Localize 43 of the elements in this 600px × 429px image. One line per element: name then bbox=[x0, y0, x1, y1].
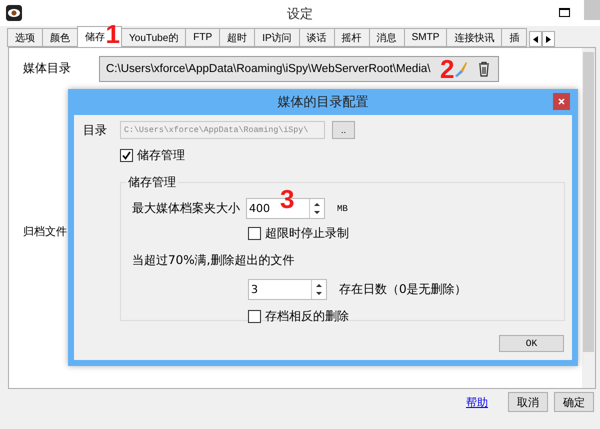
tab[interactable]: 摇杆 bbox=[334, 28, 370, 47]
window-title: 设定 bbox=[286, 6, 314, 23]
days-spinner[interactable]: 3 bbox=[248, 279, 327, 300]
dialog-title: 媒体的目录配置 bbox=[278, 94, 368, 111]
close-icon bbox=[558, 98, 565, 105]
checkbox-label: 存档相反的删除 bbox=[265, 308, 349, 325]
ok-button[interactable]: OK bbox=[499, 335, 564, 352]
media-directory-label: 媒体目录 bbox=[23, 60, 72, 77]
tab[interactable]: FTP bbox=[185, 28, 220, 47]
scroll-left-icon[interactable] bbox=[529, 31, 542, 47]
eye-icon bbox=[6, 5, 22, 21]
help-link[interactable]: 帮助 bbox=[466, 394, 488, 410]
days-label: 存在日数（0是无删除） bbox=[339, 281, 467, 298]
confirm-button[interactable]: 确定 bbox=[554, 392, 594, 412]
archive-label: 归档文件 bbox=[23, 224, 67, 239]
tab[interactable]: IP访问 bbox=[254, 28, 300, 47]
threshold-text: 当超过70%满,删除超出的文件 bbox=[132, 252, 294, 269]
tab[interactable]: 超时 bbox=[219, 28, 256, 47]
tab[interactable]: YouTube的 bbox=[121, 28, 186, 47]
group-title: 储存管理 bbox=[127, 174, 177, 191]
tab[interactable]: 选项 bbox=[7, 28, 43, 47]
checkbox-label: 储存管理 bbox=[137, 147, 185, 164]
trash-icon[interactable] bbox=[476, 61, 492, 77]
scrollbar[interactable] bbox=[582, 48, 595, 388]
cancel-button[interactable]: 取消 bbox=[508, 392, 548, 412]
tab[interactable]: 谈话 bbox=[298, 28, 335, 47]
tab[interactable]: SMTP bbox=[404, 28, 448, 47]
tab[interactable]: 消息 bbox=[368, 28, 405, 47]
maximize-icon[interactable] bbox=[559, 8, 570, 17]
checkbox[interactable] bbox=[248, 310, 261, 323]
tab[interactable]: 插 bbox=[501, 28, 528, 47]
unit-label: MB bbox=[337, 204, 348, 214]
max-size-label: 最大媒体档案夹大小 bbox=[132, 200, 241, 217]
browse-button[interactable]: .. bbox=[332, 121, 355, 139]
tab[interactable]: 储存 1 bbox=[77, 26, 122, 47]
checkbox[interactable] bbox=[120, 149, 133, 162]
checkbox[interactable] bbox=[248, 227, 261, 240]
scroll-right-icon[interactable] bbox=[542, 31, 556, 47]
tab[interactable]: 连接快讯 bbox=[446, 28, 502, 47]
tab[interactable]: 颜色 bbox=[42, 28, 78, 47]
checkbox-label: 超限时停止录制 bbox=[265, 225, 349, 242]
annotation-number: 2 bbox=[440, 56, 454, 82]
directory-label: 目录 bbox=[83, 122, 108, 138]
